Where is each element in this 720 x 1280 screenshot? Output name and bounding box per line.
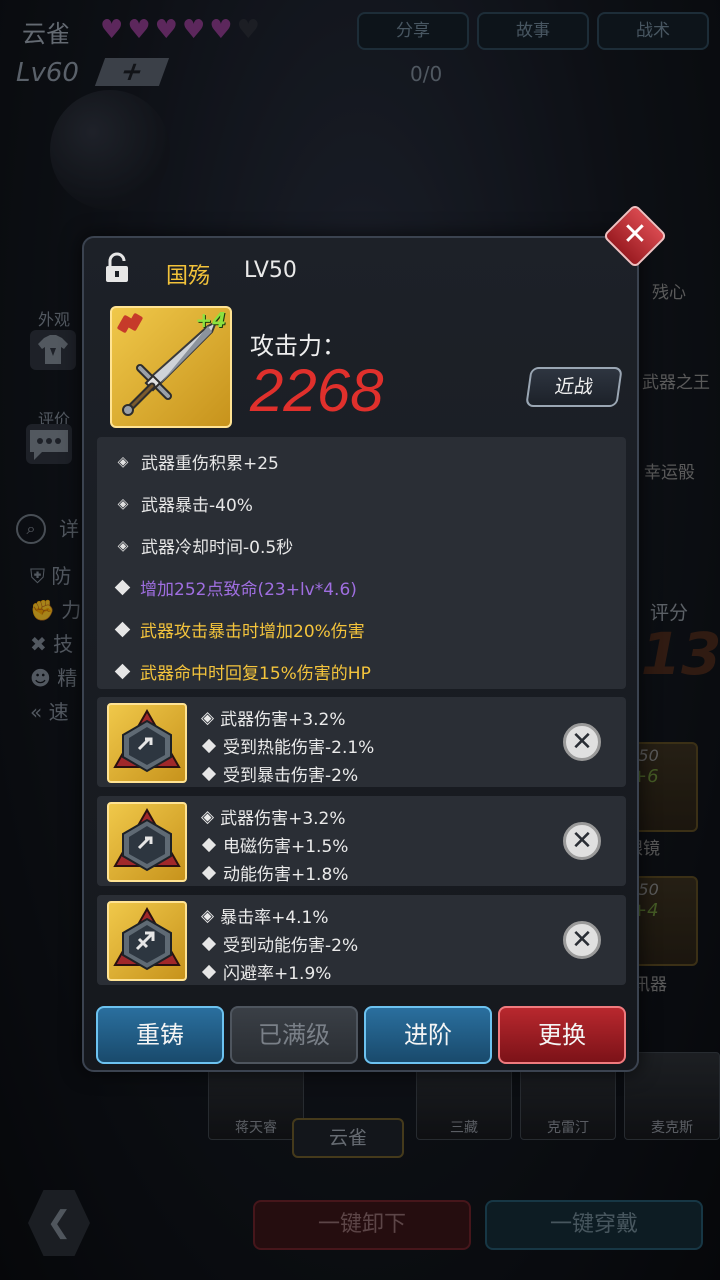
chip-icon: [113, 708, 181, 773]
gear-diamond-icon: ◈: [117, 453, 129, 470]
stat-row: 增加252点致命(23+lv*4.6): [114, 575, 357, 600]
chip-icon: [113, 906, 181, 971]
remove-gem-button[interactable]: ✕: [563, 921, 601, 959]
gem-stat: ◈ 武器伤害+3.2%: [201, 804, 346, 830]
gear-diamond-icon: ◈: [117, 495, 129, 512]
remove-gem-button[interactable]: ✕: [563, 822, 601, 860]
gem-stat: 动能伤害+1.8%: [201, 860, 348, 885]
gear-diamond-icon: ◈: [201, 806, 215, 827]
stats-panel: ◈ 武器重伤积累+25 ◈ 武器暴击-40% ◈ 武器冷却时间-0.5秒 增加2…: [97, 437, 626, 689]
diamond-icon: [201, 738, 217, 753]
stat-row: 武器攻击暴击时增加20%伤害: [114, 617, 365, 642]
gem-slot: ◈ 暴击率+4.1% 受到动能伤害-2% 闪避率+1.9% ✕: [97, 895, 626, 985]
gem-slot: ◈ 武器伤害+3.2% 受到热能伤害-2.1% 受到暴击伤害-2% ✕: [97, 697, 626, 787]
gem-stat-text: 电磁伤害+1.5%: [223, 837, 349, 857]
diamond-icon: [201, 936, 217, 951]
gem-stat-text: 闪避率+1.9%: [223, 964, 332, 984]
gem-stat-text: 受到暴击伤害-2%: [223, 766, 359, 786]
stat-text: 武器攻击暴击时增加20%伤害: [140, 622, 365, 642]
attack-value: 2268: [250, 357, 384, 424]
weapon-type-tag: 近战: [525, 367, 623, 407]
enhance-level: +4: [195, 308, 226, 332]
close-icon: ✕: [622, 217, 648, 252]
close-icon: ✕: [571, 727, 593, 757]
stat-row: ◈ 武器重伤积累+25: [115, 449, 279, 475]
close-icon: ✕: [571, 826, 593, 856]
gem-stat-text: 受到热能伤害-2.1%: [223, 738, 375, 758]
diamond-icon: [114, 663, 131, 680]
stat-row: ◈ 武器暴击-40%: [115, 491, 253, 517]
gem-stat: 受到暴击伤害-2%: [201, 761, 358, 786]
weapon-level: LV50: [244, 258, 297, 283]
recast-button[interactable]: 重铸: [96, 1006, 224, 1064]
stat-text: 武器冷却时间-0.5秒: [141, 538, 294, 558]
stat-text: 武器重伤积累+25: [141, 454, 279, 474]
diamond-icon: [201, 865, 217, 880]
stat-row: 武器命中时回复15%伤害的HP: [114, 659, 371, 684]
gem-stat: 受到热能伤害-2.1%: [201, 733, 374, 758]
replace-button[interactable]: 更换: [498, 1006, 626, 1064]
gem-stat: ◈ 暴击率+4.1%: [201, 903, 329, 929]
stat-text: 武器命中时回复15%伤害的HP: [140, 664, 371, 684]
diamond-icon: [201, 964, 217, 979]
diamond-icon: [114, 621, 131, 638]
gem-slot: ◈ 武器伤害+3.2% 电磁伤害+1.5% 动能伤害+1.8% ✕: [97, 796, 626, 886]
gem-stat-text: 武器伤害+3.2%: [220, 809, 346, 829]
gem-icon: [107, 802, 187, 882]
stat-row: ◈ 武器冷却时间-0.5秒: [115, 533, 294, 559]
gem-stat-text: 动能伤害+1.8%: [223, 865, 349, 885]
unlock-icon[interactable]: [104, 252, 130, 284]
gear-diamond-icon: ◈: [201, 905, 215, 926]
gem-icon: [107, 703, 187, 783]
diamond-icon: [201, 766, 217, 781]
gear-diamond-icon: ◈: [117, 537, 129, 554]
weapon-name: 国殇: [166, 264, 211, 289]
gem-stat-text: 暴击率+4.1%: [220, 908, 329, 928]
gem-stat: ◈ 武器伤害+3.2%: [201, 705, 346, 731]
stat-text: 增加252点致命(23+lv*4.6): [140, 580, 357, 600]
gem-stat: 电磁伤害+1.5%: [201, 832, 348, 857]
gem-icon: [107, 901, 187, 981]
advance-button[interactable]: 进阶: [364, 1006, 492, 1064]
gem-stat-text: 武器伤害+3.2%: [220, 710, 346, 730]
diamond-icon: [114, 579, 131, 596]
gem-stat: 闪避率+1.9%: [201, 959, 331, 984]
remove-gem-button[interactable]: ✕: [563, 723, 601, 761]
gem-stat: 受到动能伤害-2%: [201, 931, 358, 956]
diamond-icon: [201, 837, 217, 852]
max-level-button: 已满级: [230, 1006, 358, 1064]
weapon-icon: +4: [110, 306, 232, 428]
stat-text: 武器暴击-40%: [141, 496, 253, 516]
gem-stat-text: 受到动能伤害-2%: [223, 936, 359, 956]
chip-icon: [113, 807, 181, 872]
close-icon: ✕: [571, 925, 593, 955]
gear-diamond-icon: ◈: [201, 707, 215, 728]
